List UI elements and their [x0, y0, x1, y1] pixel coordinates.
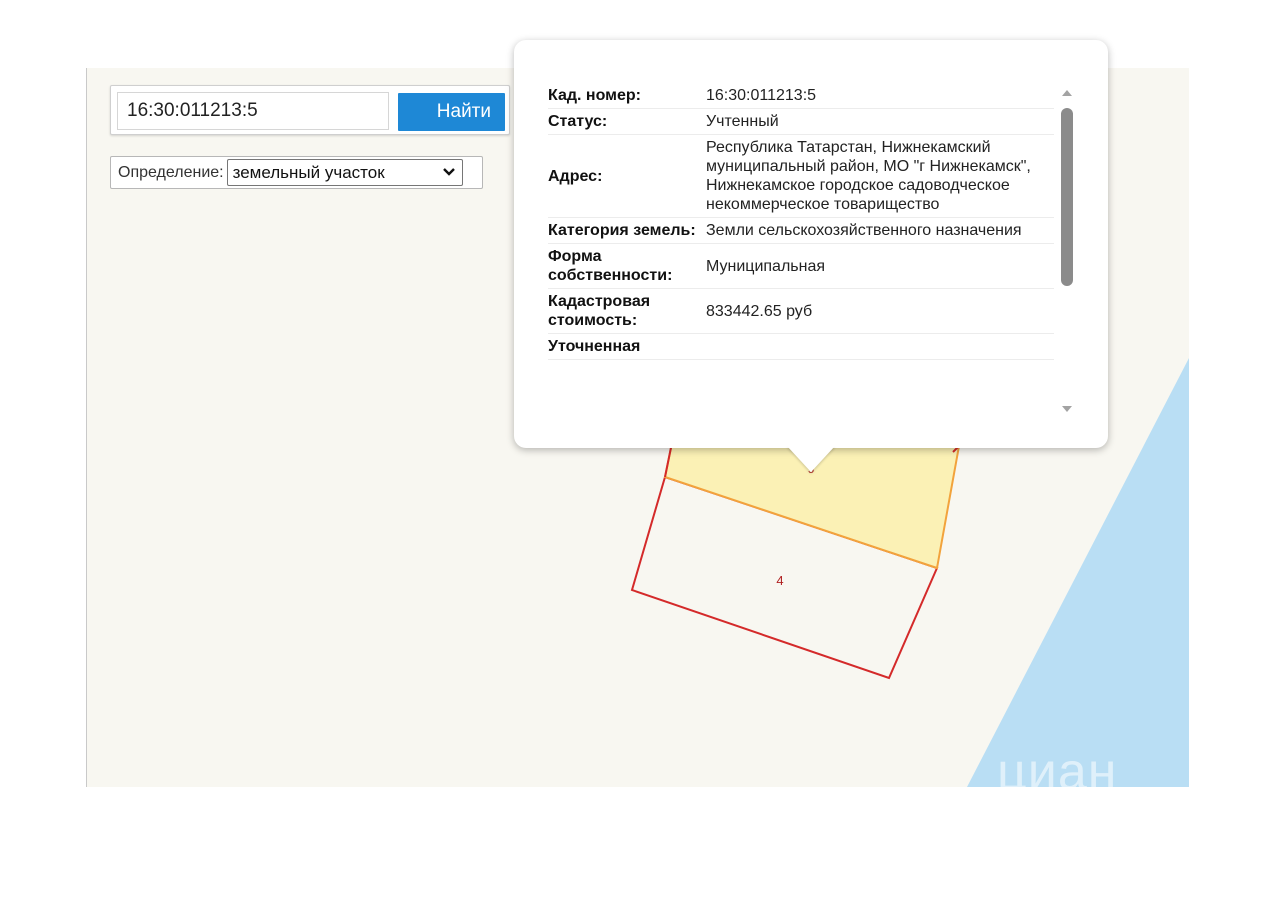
info-value — [705, 333, 1054, 360]
info-value: Республика Татарстан, Нижнекамский муниц… — [705, 134, 1054, 218]
info-key: Кад. номер: — [548, 83, 705, 109]
info-row: Форма собственности: Муниципальная — [548, 243, 1054, 289]
definition-panel: Определение: земельный участок — [110, 156, 483, 189]
info-key: Уточненная — [548, 333, 705, 360]
scroll-up-arrow-icon[interactable] — [1060, 88, 1074, 98]
info-table: Кад. номер: 16:30:011213:5 Статус: Учтенный… — [548, 83, 1054, 360]
find-button[interactable]: Найти — [398, 93, 505, 131]
info-value: Земли сельскохозяйственного назначения — [705, 217, 1054, 244]
info-key: Категория земель: — [548, 217, 705, 244]
parcel-label-4: 4 — [776, 573, 783, 588]
scrollbar-thumb[interactable] — [1061, 108, 1073, 286]
info-row: Адрес: Республика Татарстан, Нижнекамский… — [548, 134, 1054, 218]
cadastral-number-input[interactable] — [117, 92, 389, 130]
popup-pointer — [787, 446, 835, 472]
scroll-down-arrow-icon[interactable] — [1060, 404, 1074, 414]
info-row: Кад. номер: 16:30:011213:5 — [548, 83, 1054, 109]
info-key: Кадастровая стоимость: — [548, 288, 705, 334]
info-value: Учтенный — [705, 108, 1054, 135]
watermark-logo: циан — [997, 743, 1118, 787]
info-key: Адрес: — [548, 134, 705, 218]
info-key: Форма собственности: — [548, 243, 705, 289]
definition-selected-value: земельный участок — [232, 163, 385, 182]
search-panel: Найти — [110, 85, 510, 135]
definition-select[interactable]: земельный участок — [226, 159, 463, 186]
definition-label: Определение: — [118, 163, 224, 181]
info-value: Муниципальная — [705, 243, 1054, 289]
info-popup: Кад. номер: 16:30:011213:5 Статус: Учтенный… — [514, 40, 1108, 448]
info-key: Статус: — [548, 108, 705, 135]
info-row: Уточненная — [548, 333, 1054, 360]
info-value: 833442.65 руб — [705, 288, 1054, 334]
info-value: 16:30:011213:5 — [705, 83, 1054, 109]
chevron-down-icon — [442, 168, 455, 176]
info-popup-content[interactable]: Кад. номер: 16:30:011213:5 Статус: Учтенный… — [548, 83, 1054, 466]
info-row: Категория земель: Земли сельскохозяйствен… — [548, 217, 1054, 244]
info-row: Статус: Учтенный — [548, 108, 1054, 135]
info-row: Кадастровая стоимость: 833442.65 руб — [548, 288, 1054, 334]
